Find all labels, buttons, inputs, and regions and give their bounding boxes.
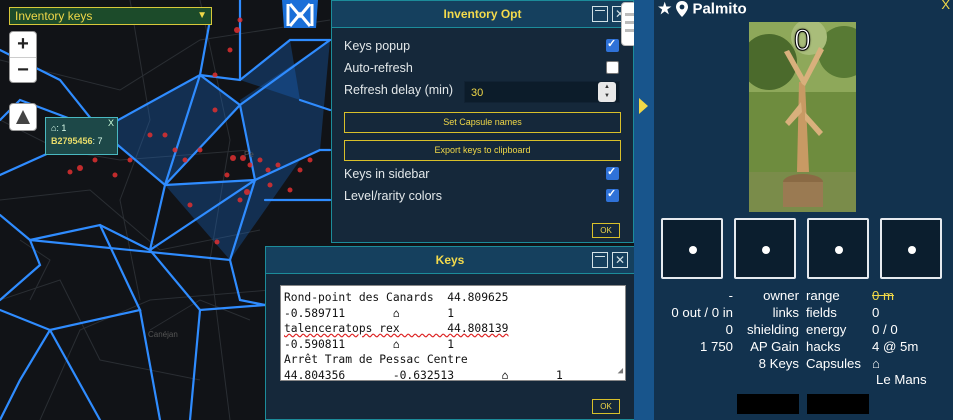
zoom-control: + − — [9, 31, 37, 83]
range-value: 0 m — [872, 288, 894, 303]
shielding-value: 0 — [725, 322, 733, 337]
owner-value: - — [728, 288, 733, 303]
hacks-value: 4 @ 5m — [872, 339, 919, 354]
sidebar-toggle[interactable] — [634, 0, 654, 420]
option-refresh-delay: Refresh delay (min) 30 ▲ ▼ — [344, 81, 621, 103]
option-label: Keys popup — [344, 39, 411, 53]
option-keys-in-sidebar: Keys in sidebar — [344, 165, 621, 181]
locate-button[interactable] — [9, 103, 37, 131]
owner-label: owner — [763, 288, 799, 303]
energy-label: energy — [806, 322, 847, 337]
hacks-label: hacks — [806, 339, 841, 354]
option-label: Keys in sidebar — [344, 167, 430, 181]
option-label: Level/rarity colors — [344, 189, 442, 203]
portal-title: ★ Palmito — [658, 0, 747, 18]
chevron-down-icon: ▼ — [197, 10, 207, 21]
portal-name: Palmito — [692, 0, 747, 18]
level-rarity-checkbox[interactable] — [606, 187, 619, 202]
dialog-titlebar[interactable]: Keys ✕ — [266, 247, 634, 274]
portal-tooltip: X ⌂: 1 B2795456: 7 — [45, 117, 118, 155]
play-arrow-icon — [639, 98, 648, 114]
links-label: links — [772, 305, 799, 320]
dialog-titlebar[interactable]: Inventory Opt ✕ — [332, 1, 633, 28]
minimize-button[interactable] — [592, 6, 608, 22]
triangle-icon — [16, 110, 30, 124]
set-capsule-names-button[interactable]: Set Capsule names — [344, 112, 621, 133]
location-pin-icon[interactable] — [675, 1, 689, 18]
sidebar-close-button[interactable]: X — [941, 0, 950, 12]
resonator-slot[interactable] — [734, 218, 796, 279]
zoom-in-button[interactable]: + — [10, 32, 36, 57]
keys-popup-checkbox[interactable] — [606, 37, 619, 52]
map-place-label: Pe — [244, 150, 254, 159]
capsule-name: Le Mans — [876, 372, 927, 387]
minimize-button[interactable] — [592, 252, 608, 268]
option-label: Refresh delay (min) — [344, 83, 454, 97]
resonator-slot[interactable] — [661, 218, 723, 279]
ok-button[interactable]: OK — [592, 223, 620, 238]
keys-line: Rond-point des Canards 44.809625 — [284, 291, 509, 304]
export-keys-button[interactable]: Export keys to clipboard — [344, 140, 621, 161]
keys-line: -0.590811 ⌂ 1 — [284, 337, 455, 351]
dialog-title: Inventory Opt — [443, 7, 522, 21]
ap-label: AP Gain — [750, 339, 799, 354]
tooltip-guid: B2795456 — [51, 136, 93, 146]
layer-select[interactable]: Inventory keys ▼ — [9, 7, 212, 25]
resonator-slot[interactable] — [807, 218, 869, 279]
portal-level: 0 — [794, 24, 812, 58]
resize-grip-icon[interactable]: ◢ — [618, 364, 623, 380]
map-place-label: Canéjan — [148, 330, 178, 339]
keys-dialog: Keys ✕ Rond-point des Canards 44.809625 -… — [265, 246, 635, 420]
keys-line: Arrêt Tram de Pessac Centre — [284, 353, 468, 366]
ap-value: 1 750 — [699, 339, 733, 354]
fields-label: fields — [806, 305, 837, 320]
zoom-out-button[interactable]: − — [10, 57, 36, 82]
keys-line: talenceratops rex 44.808139 — [284, 322, 509, 335]
ok-button[interactable]: OK — [592, 399, 620, 414]
links-value: 0 out / 0 in — [671, 305, 733, 320]
refresh-delay-input[interactable]: 30 — [464, 81, 620, 103]
capsule-icon: ⌂ — [872, 356, 880, 371]
option-keys-popup: Keys popup — [344, 37, 621, 53]
tooltip-close-button[interactable]: X — [108, 117, 114, 130]
option-label: Auto-refresh — [344, 61, 413, 75]
sidebar-action-button[interactable] — [807, 394, 869, 414]
star-icon[interactable]: ★ — [658, 1, 671, 18]
sidebar-action-button[interactable] — [737, 394, 799, 414]
tooltip-guid-suffix: : 7 — [92, 136, 103, 146]
number-spinner[interactable]: ▲ ▼ — [598, 82, 616, 102]
keys-count: 8 Keys — [758, 356, 799, 371]
shielding-label: shielding — [746, 322, 799, 337]
capsules-label: Capsules — [806, 356, 861, 371]
inventory-opt-dialog: Inventory Opt ✕ Keys popup Auto-refresh … — [331, 0, 634, 243]
keys-line: -0.589711 ⌂ 1 — [284, 306, 455, 320]
resonator-slot[interactable] — [880, 218, 942, 279]
fields-value: 0 — [872, 305, 880, 320]
option-auto-refresh: Auto-refresh — [344, 61, 621, 75]
dialog-title: Keys — [435, 253, 465, 267]
close-button[interactable]: ✕ — [612, 252, 628, 268]
portal-image[interactable]: 0 — [749, 22, 856, 212]
layer-select-value: Inventory keys — [15, 9, 93, 23]
energy-value: 0 / 0 — [872, 322, 898, 337]
keys-line: 44.804356 -0.632513 ⌂ 1 — [284, 368, 563, 381]
keys-in-sidebar-checkbox[interactable] — [606, 165, 619, 180]
option-level-rarity: Level/rarity colors — [344, 187, 621, 203]
ingress-logo-icon — [282, 0, 318, 28]
auto-refresh-checkbox[interactable] — [606, 61, 619, 74]
tooltip-count: ⌂: 1 — [51, 123, 67, 133]
keys-textarea[interactable]: Rond-point des Canards 44.809625 -0.58971… — [280, 285, 626, 381]
portal-sidebar: ★ Palmito X 0 - owner range 0 m 0 out / … — [654, 0, 953, 420]
range-label: range — [806, 288, 840, 303]
